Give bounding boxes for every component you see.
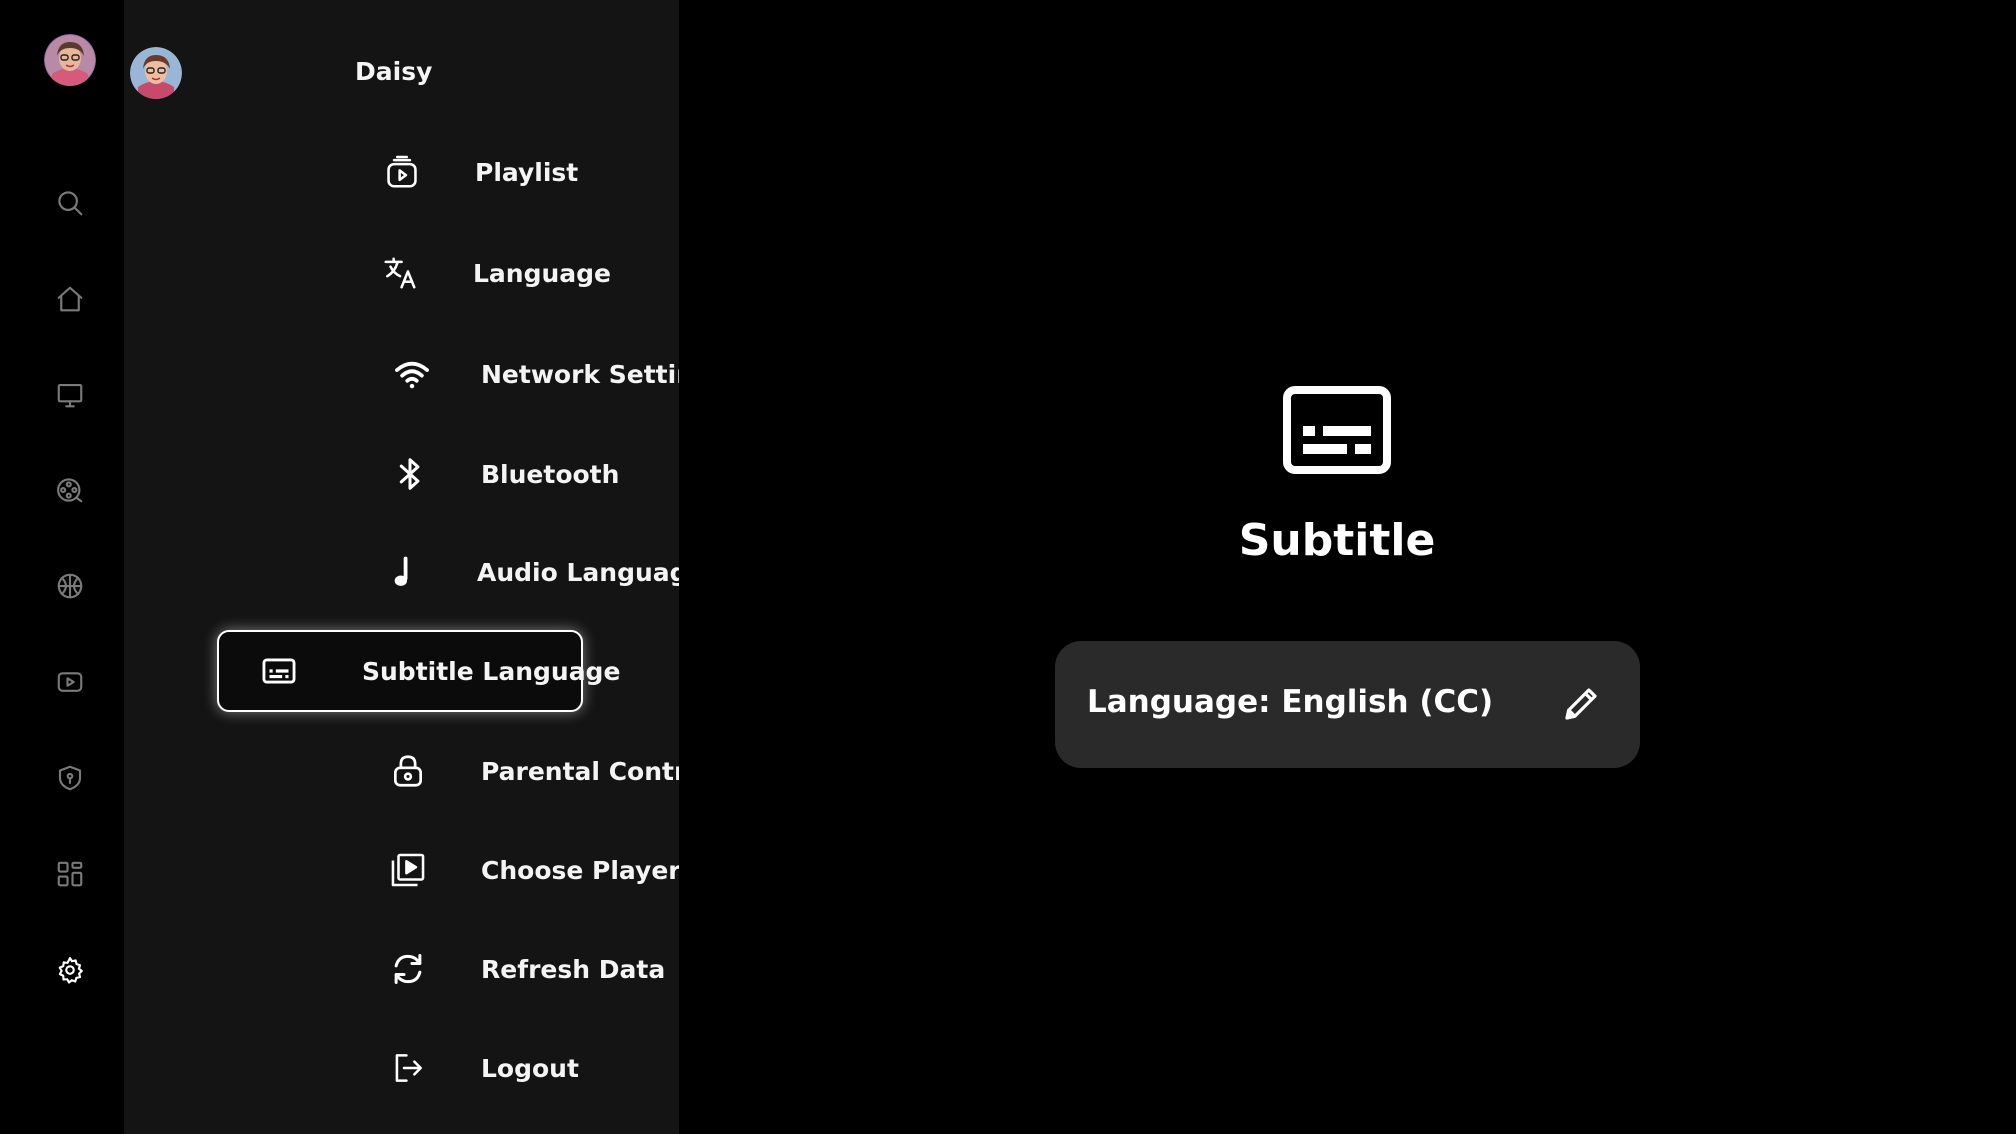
subtitle-language-selector[interactable]: Language: English (CC)	[1055, 641, 1640, 768]
avatar[interactable]	[44, 34, 96, 86]
menu-item-label: Subtitle Language	[362, 656, 621, 686]
profile-avatar-image	[130, 47, 182, 99]
menu-item-logout[interactable]: Logout	[244, 1028, 604, 1108]
home-icon[interactable]	[53, 282, 87, 316]
menu-item-label: Audio Language	[477, 557, 705, 587]
menu-item-bluetooth[interactable]: Bluetooth	[244, 434, 619, 514]
search-icon[interactable]	[53, 186, 87, 220]
menu-item-playlist[interactable]: Playlist	[244, 132, 604, 212]
pencil-icon[interactable]	[1560, 683, 1602, 725]
subtitles-icon	[257, 649, 301, 693]
bluetooth-icon	[388, 452, 432, 496]
page-title: Subtitle	[1238, 515, 1436, 566]
avatar	[130, 47, 182, 99]
menu-item-label: Playlist	[475, 157, 579, 187]
play-rectangle-icon[interactable]	[53, 665, 87, 699]
settings-menu: Daisy Playlist Language Network Settings	[124, 0, 727, 1134]
menu-item-label: Language	[473, 258, 612, 288]
film-reel-icon[interactable]	[53, 473, 87, 507]
sports-ball-icon[interactable]	[53, 569, 87, 603]
menu-item-parental-control[interactable]: Parental Control	[244, 731, 712, 811]
menu-item-label: Parental Control	[481, 756, 713, 786]
tv-icon[interactable]	[53, 378, 87, 412]
menu-item-label: Bluetooth	[481, 459, 620, 489]
subtitle-language-value: Language: English (CC)	[1087, 684, 1494, 720]
nav-rail	[0, 0, 124, 1134]
shield-icon[interactable]	[53, 761, 87, 795]
music-note-icon	[382, 550, 426, 594]
menu-item-subtitle-language[interactable]: Subtitle Language	[217, 630, 620, 712]
video-library-icon	[386, 848, 430, 892]
menu-item-refresh-data[interactable]: Refresh Data	[244, 929, 665, 1009]
menu-item-label: Logout	[481, 1053, 579, 1083]
grid-icon[interactable]	[53, 857, 87, 891]
logout-icon	[386, 1046, 430, 1090]
translate-icon	[378, 251, 422, 295]
menu-item-network-settings[interactable]: Network Settings	[244, 334, 727, 414]
refresh-icon	[386, 947, 430, 991]
avatar-image	[44, 34, 96, 86]
gear-icon[interactable]	[53, 953, 87, 987]
subtitle-settings-panel	[679, 0, 2016, 1134]
menu-item-language[interactable]: Language	[244, 233, 611, 313]
menu-item-label: Choose Player	[481, 855, 681, 885]
menu-item-choose-player[interactable]: Choose Player	[244, 830, 681, 910]
lock-icon	[386, 749, 430, 793]
menu-item-label: Refresh Data	[481, 954, 666, 984]
wifi-icon	[390, 352, 434, 396]
menu-item-audio-language[interactable]: Audio Language	[244, 532, 705, 612]
profile-name: Daisy	[355, 57, 433, 86]
subtitles-icon	[1283, 386, 1391, 474]
app-root: Daisy Playlist Language Network Settings	[0, 0, 2016, 1134]
playlist-icon	[380, 150, 424, 194]
